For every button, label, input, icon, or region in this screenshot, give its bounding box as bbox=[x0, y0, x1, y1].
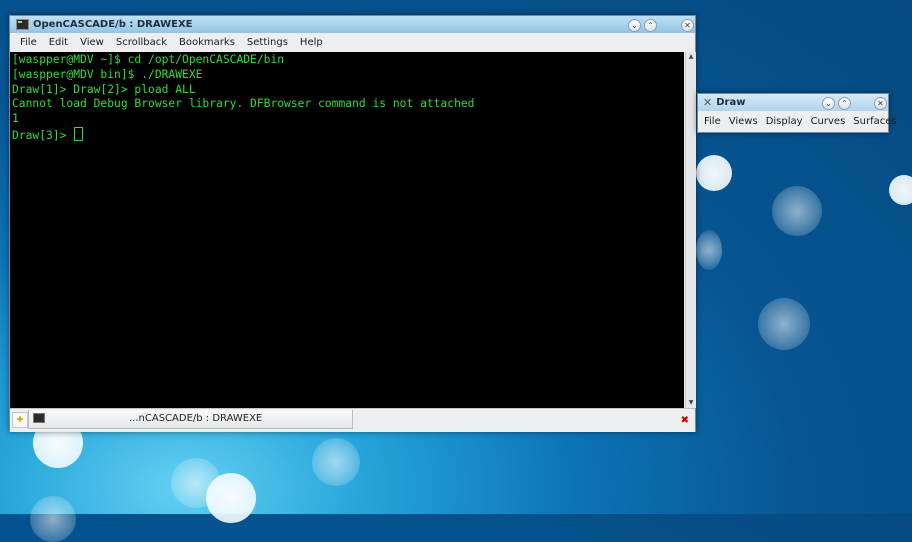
bokeh-circle bbox=[312, 438, 360, 486]
terminal-tabbar: ✚ ...nCASCADE/b : DRAWEXE ✖ bbox=[10, 408, 695, 432]
draw-window-title: Draw bbox=[716, 97, 746, 108]
close-tab-icon[interactable]: ✖ bbox=[681, 415, 689, 426]
menu-view[interactable]: View bbox=[80, 37, 104, 48]
terminal-line: [waspper@MDV ~]$ cd /opt/OpenCASCADE/bin bbox=[12, 53, 285, 66]
draw-close-button[interactable]: ✕ bbox=[874, 97, 887, 110]
window-title: OpenCASCADE/b : DRAWEXE bbox=[33, 19, 193, 30]
close-button[interactable]: ✕ bbox=[681, 19, 694, 32]
draw-window: ✕ Draw ⌄ ⌃ ✕ File Views Display Curves S… bbox=[697, 93, 897, 133]
terminal-app-icon bbox=[16, 19, 29, 30]
draw-app-icon: ✕ bbox=[703, 96, 713, 109]
menu-edit[interactable]: Edit bbox=[49, 37, 68, 48]
terminal-line: Cannot load Debug Browser library. DFBro… bbox=[12, 97, 475, 111]
bokeh-circle bbox=[696, 155, 732, 191]
text-cursor bbox=[74, 126, 84, 141]
menu-file[interactable]: File bbox=[20, 37, 37, 48]
terminal-titlebar[interactable]: OpenCASCADE/b : DRAWEXE ⌄ ⌃ ✕ bbox=[10, 16, 695, 33]
vertical-scrollbar[interactable]: ▲ ▼ bbox=[685, 52, 696, 408]
terminal-line: 1 bbox=[12, 112, 19, 126]
scroll-down-arrow-icon[interactable]: ▼ bbox=[686, 398, 696, 408]
draw-maximize-button[interactable]: ⌃ bbox=[838, 97, 851, 110]
new-tab-icon[interactable]: ✚ bbox=[12, 412, 28, 428]
scroll-up-arrow-icon[interactable]: ▲ bbox=[686, 52, 696, 62]
draw-minimize-button[interactable]: ⌄ bbox=[822, 97, 835, 110]
menu-scrollback[interactable]: Scrollback bbox=[116, 37, 167, 48]
tab-drawexe[interactable]: ...nCASCADE/b : DRAWEXE bbox=[28, 410, 353, 429]
menu-bookmarks[interactable]: Bookmarks bbox=[179, 37, 235, 48]
menu-settings[interactable]: Settings bbox=[247, 37, 288, 48]
draw-titlebar[interactable]: ✕ Draw ⌄ ⌃ ✕ bbox=[698, 94, 888, 111]
bokeh-circle bbox=[696, 230, 722, 270]
bokeh-circle bbox=[206, 473, 256, 523]
draw-menu-curves[interactable]: Curves bbox=[811, 116, 846, 127]
minimize-button[interactable]: ⌄ bbox=[628, 19, 641, 32]
draw-menu-views[interactable]: Views bbox=[729, 116, 758, 127]
terminal-output[interactable]: [waspper@MDV ~]$ cd /opt/OpenCASCADE/bin… bbox=[10, 52, 684, 408]
terminal-tab-icon bbox=[33, 413, 45, 423]
bokeh-circle bbox=[772, 186, 822, 236]
draw-menu-display[interactable]: Display bbox=[766, 116, 803, 127]
bokeh-circle bbox=[889, 175, 912, 205]
bokeh-circle bbox=[30, 496, 76, 542]
menu-help[interactable]: Help bbox=[300, 37, 323, 48]
terminal-line: Draw[1]> Draw[2]> pload ALL bbox=[12, 82, 196, 96]
draw-menu-file[interactable]: File bbox=[704, 116, 721, 127]
draw-menu-surfaces[interactable]: Surfaces bbox=[853, 116, 896, 127]
bokeh-circle bbox=[758, 298, 810, 350]
terminal-window: OpenCASCADE/b : DRAWEXE ⌄ ⌃ ✕ File Edit … bbox=[9, 15, 696, 432]
maximize-button[interactable]: ⌃ bbox=[644, 19, 657, 32]
tab-label: ...nCASCADE/b : DRAWEXE bbox=[129, 413, 263, 424]
terminal-menubar: File Edit View Scrollback Bookmarks Sett… bbox=[10, 33, 695, 52]
terminal-prompt-line: Draw[3]> bbox=[12, 126, 684, 144]
draw-menubar: File Views Display Curves Surfaces bbox=[698, 111, 897, 131]
terminal-line: [waspper@MDV bin]$ ./DRAWEXE bbox=[12, 67, 203, 81]
terminal-prompt: Draw[3]> bbox=[12, 128, 74, 142]
